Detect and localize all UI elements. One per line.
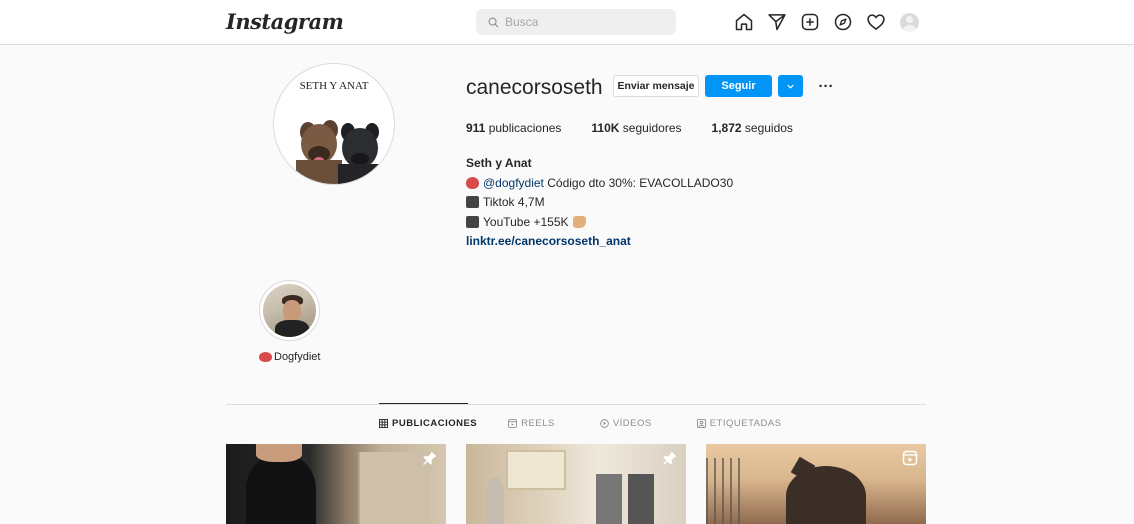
post-thumbnail[interactable] [466,444,686,524]
search-icon [488,17,499,27]
story-highlight[interactable] [259,280,320,341]
profile-bio: Seth y Anat @dogfydiet Código dto 30%: E… [466,154,733,252]
post-thumbnail[interactable] [706,444,926,524]
reels-icon [508,419,518,428]
pointing-hand-emoji-icon [572,215,586,228]
following-count: 1,872 [711,121,742,135]
follow-button[interactable]: Seguir [705,75,772,97]
tab-etiquetadas[interactable]: ETIQUETADAS [696,418,782,429]
dogs-illustration [296,120,384,184]
tab-publicaciones[interactable]: PUBLICACIONES [379,418,477,429]
bio-line-2: Tiktok 4,7M [466,193,733,213]
nav-icons [733,11,931,33]
bio-external-link[interactable]: linktr.ee/canecorsoseth_anat [466,232,733,252]
direct-icon[interactable] [766,11,788,33]
highlight-label-text: Dogfydiet [274,351,321,363]
followers-label: seguidores [622,121,682,135]
followers-stat[interactable]: 110K seguidores [591,121,681,135]
top-navigation-bar: Instagram [0,0,1134,45]
search-box[interactable] [476,9,676,35]
more-options-button[interactable]: ··· [814,75,838,97]
reel-icon [902,450,918,466]
tab-videos[interactable]: VÍDEOS [599,418,652,429]
profile-username: canecorsoseth [466,76,603,99]
bio-line-3-text: YouTube +155K [483,214,569,229]
pin-icon [423,451,437,465]
following-label: seguidos [744,121,793,135]
bio-line-3: YouTube +155K [466,213,733,233]
search-input[interactable] [505,15,655,29]
video-icon [599,419,609,428]
post-thumbnail[interactable] [226,444,446,524]
tagged-icon [696,419,706,428]
active-tab-indicator [379,403,468,404]
tab-reels-label: REELS [521,418,555,429]
tab-reels[interactable]: REELS [508,418,555,429]
camera-emoji-icon [466,196,479,208]
profile-full-name: Seth y Anat [466,156,532,170]
camera-emoji-icon [466,215,479,228]
tab-videos-label: VÍDEOS [612,418,652,429]
new-post-icon[interactable] [799,11,821,33]
chevron-down-icon [787,84,794,89]
meat-emoji-icon [259,352,272,362]
bio-line-2-text: Tiktok 4,7M [483,195,545,209]
grid-icon [379,419,388,428]
highlight-cover-image [263,284,316,337]
pin-icon [663,451,677,465]
profile-stats: 911 publicaciones 110K seguidores 1,872 … [466,121,823,135]
following-stat[interactable]: 1,872 seguidos [712,121,793,135]
profile-avatar[interactable] [898,11,920,33]
send-message-button[interactable]: Enviar mensaje [613,75,699,97]
instagram-logo[interactable]: Instagram [226,9,344,34]
bio-line-1: @dogfydiet Código dto 30%: EVACOLLADO30 [466,174,733,194]
followers-count: 110K [591,121,620,135]
posts-count: 911 [466,121,486,135]
bio-line-1-text: Código dto 30%: EVACOLLADO30 [547,175,734,190]
tab-publicaciones-label: PUBLICACIONES [392,418,478,429]
profile-tabs: PUBLICACIONES REELS VÍDEOS ETIQUETADAS [379,418,782,429]
posts-label: publicaciones [488,121,562,135]
posts-stat: 911 publicaciones [466,121,561,135]
tabs-divider [226,404,926,405]
suggested-accounts-button[interactable] [778,75,803,97]
explore-icon[interactable] [832,11,854,33]
home-icon[interactable] [733,11,755,33]
profile-picture[interactable]: SETH Y ANAT [273,63,395,185]
avatar-placeholder [899,12,919,32]
activity-icon[interactable] [865,11,887,33]
meat-emoji-icon [466,176,479,189]
highlight-label[interactable]: Dogfydiet [259,351,320,363]
tab-etiquetadas-label: ETIQUETADAS [709,418,782,429]
bio-mention-link[interactable]: @dogfydiet [483,176,544,190]
